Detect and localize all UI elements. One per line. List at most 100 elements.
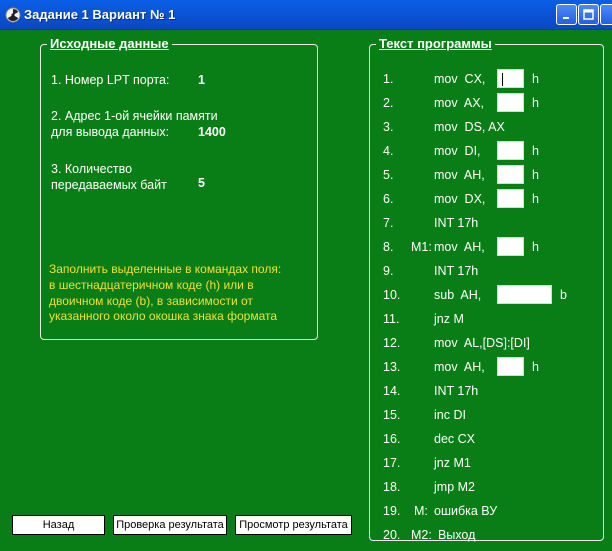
program-text-group: Текст программы 1. mov CX, h 2. mov AX, …: [369, 36, 605, 542]
program-line: 18. jmp M2: [370, 477, 605, 497]
program-line: 15. inc DI: [370, 405, 605, 425]
memory-address-label-line1: 2. Адрес 1-ой ячейки памяти: [51, 109, 218, 123]
line-label: M1:: [411, 240, 432, 254]
format-suffix: h: [532, 168, 539, 182]
check-result-button[interactable]: Проверка результата: [113, 515, 227, 535]
view-result-button[interactable]: Просмотр результата: [235, 515, 352, 535]
line-code: INT 17h: [434, 384, 479, 398]
program-line: 8. M1: mov AH, h: [370, 237, 605, 257]
cx-value-input[interactable]: [497, 69, 524, 88]
app-icon: [5, 7, 21, 23]
program-line: 12. mov AL,[DS]:[DI]: [370, 333, 605, 353]
line-number: 8.: [383, 240, 394, 254]
close-button[interactable]: [600, 4, 612, 25]
program-text-legend: Текст программы: [376, 36, 495, 51]
program-line: 6. mov DX, h: [370, 189, 605, 209]
line-code: ошибка ВУ: [434, 504, 498, 518]
ah-m1-value-input[interactable]: [497, 237, 524, 256]
line-number: 11.: [383, 312, 400, 326]
line-code: dec CX: [434, 432, 475, 446]
line-code: mov DX,: [434, 192, 486, 206]
line-label: M2:: [411, 528, 432, 542]
format-suffix: h: [532, 144, 539, 158]
lpt-port-value: 1: [198, 73, 205, 87]
format-suffix: h: [532, 192, 539, 206]
program-line: 4. mov DI, h: [370, 141, 605, 161]
ah-binary-value-input[interactable]: [497, 285, 552, 304]
line-code: mov DI,: [434, 144, 481, 158]
line-number: 20.: [383, 528, 401, 542]
byte-count-label-line2: передаваемых байт: [51, 178, 167, 192]
ax-value-input[interactable]: [497, 93, 524, 112]
dx-value-input[interactable]: [497, 189, 524, 208]
format-suffix: h: [532, 240, 539, 254]
line-label: M:: [414, 504, 428, 518]
line-number: 18.: [383, 480, 401, 494]
memory-address-label-line2: для вывода данных:: [51, 125, 170, 139]
line-number: 17.: [383, 456, 401, 470]
line-code: mov AH,: [434, 168, 485, 182]
source-data-legend: Исходные данные: [47, 36, 172, 51]
line-number: 13.: [383, 360, 401, 374]
line-number: 1.: [383, 72, 394, 86]
line-number: 7.: [383, 216, 394, 230]
line-number: 15.: [383, 408, 401, 422]
line-number: 2.: [383, 96, 394, 110]
line-code: jnz M1: [434, 456, 471, 470]
byte-count-value: 5: [198, 176, 205, 190]
line-number: 14.: [383, 384, 401, 398]
maximize-button[interactable]: [578, 4, 599, 25]
program-line: 3. mov DS, AX: [370, 117, 605, 137]
line-number: 10.: [383, 288, 401, 302]
instruction-note-line1: Заполнить выделенные в командах поля:: [49, 262, 282, 276]
program-line: 9. INT 17h: [370, 261, 605, 281]
program-line: 1. mov CX, h: [370, 69, 605, 89]
program-line: 5. mov AH, h: [370, 165, 605, 185]
minimize-icon: [562, 16, 569, 19]
title-bar: Задание 1 Вариант № 1: [0, 0, 612, 30]
program-line: 13. mov AH, h: [370, 357, 605, 377]
line-code: inc DI: [434, 408, 466, 422]
line-number: 4.: [383, 144, 394, 158]
line-code: jnz M: [434, 312, 464, 326]
line-number: 6.: [383, 192, 394, 206]
line-code: jmp M2: [434, 480, 475, 494]
line-code: sub AH,: [434, 288, 482, 302]
ah-line13-value-input[interactable]: [497, 357, 524, 376]
line-code: INT 17h: [434, 216, 479, 230]
line-number: 5.: [383, 168, 394, 182]
memory-address-value: 1400: [198, 125, 226, 139]
window-title: Задание 1 Вариант № 1: [24, 7, 176, 22]
back-button[interactable]: Назад: [12, 515, 105, 535]
line-number: 19.: [383, 504, 401, 518]
ah-value-input[interactable]: [497, 165, 524, 184]
di-value-input[interactable]: [497, 141, 524, 160]
line-number: 9.: [383, 264, 394, 278]
format-suffix: h: [532, 72, 539, 86]
line-code: mov AH,: [434, 360, 485, 374]
line-code: mov AX,: [434, 96, 485, 110]
maximize-icon: [583, 9, 594, 20]
program-line: 2. mov AX, h: [370, 93, 605, 113]
program-line: 11. jnz M: [370, 309, 605, 329]
format-suffix: b: [560, 288, 567, 302]
line-code: mov AL,[DS]:[DI]: [434, 336, 530, 350]
lpt-port-label: 1. Номер LPT порта:: [51, 73, 170, 87]
byte-count-label-line1: 3. Количество: [51, 162, 133, 176]
program-line: 17. jnz M1: [370, 453, 605, 473]
line-number: 16.: [383, 432, 401, 446]
program-line: 10. sub AH, b: [370, 285, 605, 305]
instruction-note-line2: в шестнадцатеричном коде (h) или в: [49, 278, 254, 292]
format-suffix: h: [532, 96, 539, 110]
minimize-button[interactable]: [556, 4, 577, 25]
program-line: 20. M2: Выход: [370, 525, 605, 545]
line-code: Выход: [438, 528, 476, 542]
program-line: 16. dec CX: [370, 429, 605, 449]
instruction-note-line3: двоичном коде (b), в зависимости от: [49, 294, 253, 308]
format-suffix: h: [532, 360, 539, 374]
line-code: mov CX,: [434, 72, 486, 86]
instruction-note-line4: указанного около окошка знака формата: [49, 309, 278, 323]
line-code: mov DS, AX: [434, 120, 505, 134]
line-code: INT 17h: [434, 264, 479, 278]
line-number: 12.: [383, 336, 401, 350]
